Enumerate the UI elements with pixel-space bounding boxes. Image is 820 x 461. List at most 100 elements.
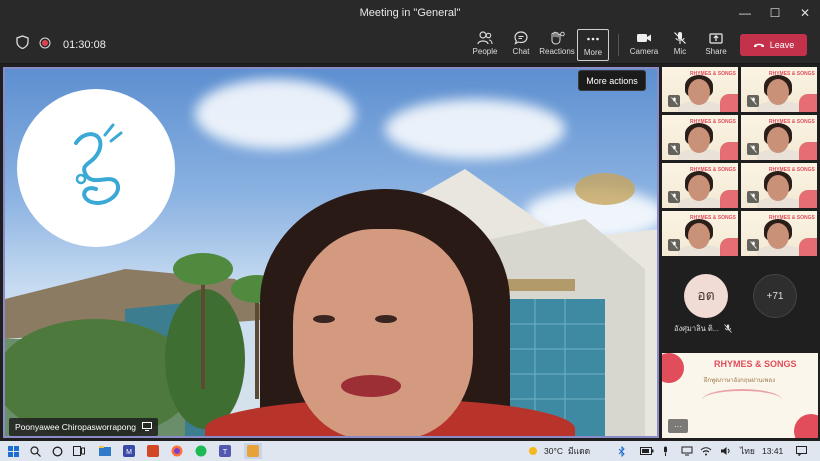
participant-tile[interactable]: RHYMES & SONGS	[662, 163, 738, 208]
weather-desc[interactable]: มีแดด	[568, 441, 590, 461]
teams-icon[interactable]: T	[218, 444, 232, 458]
toolbar-divider	[618, 34, 619, 56]
tile-face	[767, 79, 789, 105]
mic-muted-icon	[747, 191, 759, 203]
tile-deco	[799, 142, 817, 160]
more-participants-button[interactable]: +71	[753, 274, 797, 318]
participant-avatar[interactable]: อต	[684, 274, 728, 318]
speaker-name-tag: Poonyawee Chiropasworrapong	[9, 418, 158, 436]
app-icon[interactable]: M	[122, 444, 136, 458]
reactions-icon	[549, 31, 565, 45]
tile-options-icon[interactable]: ···	[668, 419, 688, 433]
task-view-icon[interactable]	[72, 444, 86, 458]
recording-icon	[39, 36, 51, 54]
mic-muted-icon	[747, 143, 759, 155]
shared-subtitle: ฝึกพูดภาษาอังกฤษผ่านเพลง	[704, 378, 776, 384]
tile-deco	[799, 238, 817, 256]
chat-icon	[514, 31, 528, 45]
notification-icon[interactable]	[796, 441, 807, 461]
mic-off-icon	[673, 31, 687, 45]
participant-tile[interactable]: RHYMES & SONGS	[662, 211, 738, 256]
firefox-icon[interactable]	[170, 444, 184, 458]
maximize-button[interactable]: ☐	[760, 0, 790, 26]
shared-title: RHYMES & SONGS	[714, 359, 797, 369]
share-label: Share	[705, 47, 727, 56]
main-video-stage[interactable]: Poonyawee Chiropasworrapong	[3, 67, 659, 438]
mic-muted-icon	[747, 239, 759, 251]
svg-text:T: T	[223, 449, 228, 456]
meeting-status: 01:30:08	[16, 35, 106, 54]
cortana-icon[interactable]	[50, 444, 64, 458]
participant-tile[interactable]: RHYMES & SONGS	[662, 67, 738, 112]
tile-face	[767, 127, 789, 153]
participant-tile[interactable]: RHYMES & SONGS	[741, 211, 817, 256]
active-app-icon[interactable]	[244, 443, 262, 459]
mic-muted-icon	[668, 191, 680, 203]
share-button[interactable]: Share	[700, 29, 732, 61]
participant-name-tag: อังศุมาลิน ติ...	[674, 323, 732, 335]
people-icon	[477, 31, 493, 45]
shared-content-tile[interactable]: RHYMES & SONGS ฝึกพูดภาษาอังกฤษผ่านเพลง …	[662, 353, 818, 438]
tile-deco	[720, 190, 738, 208]
speaker-eye	[375, 315, 397, 323]
windows-taskbar: M T 30°C มีแดด ไทย 13:41	[0, 441, 820, 461]
mic-muted-icon	[668, 95, 680, 107]
input-language[interactable]: ไทย	[740, 441, 755, 461]
meeting-timer: 01:30:08	[63, 38, 106, 51]
tile-face	[767, 175, 789, 201]
camera-label: Camera	[629, 47, 659, 56]
window-titlebar: Meeting in "General" — ☐ ✕	[0, 0, 820, 26]
leave-button[interactable]: Leave	[740, 34, 807, 56]
mic-muted-icon	[724, 323, 732, 335]
windows-start-icon[interactable]	[6, 444, 20, 458]
more-label: More	[583, 48, 603, 57]
wifi-icon[interactable]	[700, 441, 712, 461]
chat-label: Chat	[512, 47, 530, 56]
video-cloud	[195, 79, 355, 149]
participant-tile[interactable]: RHYMES & SONGS	[662, 115, 738, 160]
chat-button[interactable]: Chat	[505, 29, 537, 61]
reactions-label: Reactions	[539, 47, 575, 56]
network-icon[interactable]	[681, 441, 693, 461]
tile-deco	[662, 353, 684, 383]
clock[interactable]: 13:41	[762, 441, 783, 461]
shield-icon	[16, 35, 29, 54]
weather-temp[interactable]: 30°C	[544, 441, 563, 461]
bluetooth-icon[interactable]	[618, 441, 626, 461]
tile-deco	[720, 94, 738, 112]
people-label: People	[472, 47, 498, 56]
file-explorer-icon[interactable]	[98, 444, 112, 458]
office-icon[interactable]	[146, 444, 160, 458]
participant-tile[interactable]: RHYMES & SONGS	[741, 67, 817, 112]
mic-button[interactable]: Mic	[664, 29, 696, 61]
mic-muted-icon	[668, 143, 680, 155]
speaker-mouth	[341, 375, 401, 397]
hang-up-icon	[753, 40, 765, 50]
meeting-toolbar: 01:30:08 People Chat Reactions More Came…	[0, 26, 820, 64]
people-button[interactable]: People	[469, 29, 501, 61]
camera-icon	[636, 31, 652, 45]
tile-face	[688, 79, 710, 105]
school-logo	[17, 89, 175, 247]
window-controls: — ☐ ✕	[730, 0, 820, 26]
tile-face	[688, 223, 710, 249]
participant-avatar-row: อต +71 อังศุมาลิน ติ...	[662, 262, 818, 344]
tile-face	[767, 223, 789, 249]
participant-tile[interactable]: RHYMES & SONGS	[741, 115, 817, 160]
volume-icon[interactable]	[720, 441, 732, 461]
weather-icon[interactable]	[527, 441, 539, 461]
battery-icon[interactable]	[640, 441, 654, 461]
reactions-button[interactable]: Reactions	[539, 29, 575, 61]
search-icon[interactable]	[28, 444, 42, 458]
participant-tile[interactable]: RHYMES & SONGS	[741, 163, 817, 208]
spotify-icon[interactable]	[194, 444, 208, 458]
camera-button[interactable]: Camera	[628, 29, 660, 61]
close-window-button[interactable]: ✕	[790, 0, 820, 26]
more-button[interactable]: More	[577, 29, 609, 61]
participant-name: อังศุมาลิน ติ...	[674, 324, 720, 333]
tile-deco	[799, 190, 817, 208]
minimize-button[interactable]: —	[730, 0, 760, 26]
mic-tray-icon[interactable]	[662, 441, 669, 461]
window-title: Meeting in "General"	[359, 7, 461, 19]
logo-script-icon	[74, 123, 123, 205]
